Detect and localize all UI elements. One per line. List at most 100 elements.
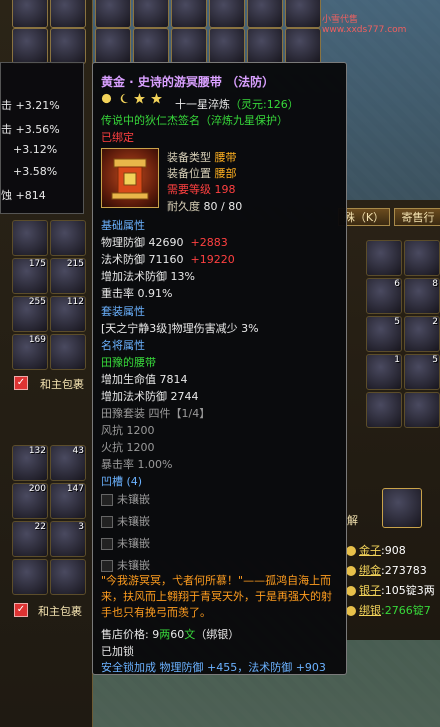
stat-line: +3.12% bbox=[13, 143, 58, 156]
watermark-text: 小雪代售www.xxds777.com bbox=[322, 15, 407, 35]
mag-def-row: 法术防御 71160 +19220 bbox=[101, 253, 235, 266]
equip-pos-row: 装备位置 腰部 bbox=[167, 167, 237, 180]
crit-dmg-row: 暴击率 1.00% bbox=[101, 458, 173, 471]
equip-slot[interactable] bbox=[171, 0, 207, 28]
socket-row: 未镶嵌 bbox=[101, 535, 150, 551]
quality-stars bbox=[101, 93, 164, 107]
wind-resist-row: 风抗 1200 bbox=[101, 424, 155, 437]
main-pack-checkbox[interactable]: ✓ bbox=[14, 376, 28, 390]
refine-level: 十一星淬炼（灵元:126） bbox=[175, 98, 299, 111]
disassemble-label[interactable]: 解 bbox=[347, 512, 358, 528]
equip-slot[interactable] bbox=[285, 28, 321, 64]
stat-line: +3.58% bbox=[13, 165, 58, 178]
engraving-text: 传说中的狄仁杰签名（淬炼九星保护） bbox=[101, 114, 288, 127]
inventory-slot[interactable]: 147 bbox=[50, 483, 86, 519]
socket-icon bbox=[101, 516, 113, 528]
inventory-slot[interactable]: 200 bbox=[12, 483, 48, 519]
coin-icon bbox=[346, 546, 356, 556]
durability-row: 耐久度 80 / 80 bbox=[167, 200, 243, 213]
base-attr-header: 基础属性 bbox=[101, 219, 145, 232]
equip-slot[interactable] bbox=[95, 28, 131, 64]
consignment-button[interactable]: 寄售行 bbox=[394, 208, 440, 226]
set-effect-row: [天之宁静3级]物理伤害减少 3% bbox=[101, 322, 259, 335]
inventory-slot[interactable] bbox=[50, 28, 86, 64]
mag-def-line-row: 增加法术防御 2744 bbox=[101, 390, 199, 403]
moon-icon bbox=[101, 93, 112, 104]
inventory-slot[interactable]: 3 bbox=[50, 521, 86, 557]
inventory-slot[interactable]: 132 bbox=[12, 445, 48, 481]
inventory-slot[interactable]: 175 bbox=[12, 258, 48, 294]
money-silver: 银子:105锭3两 bbox=[346, 582, 435, 598]
moon-icon bbox=[120, 93, 128, 104]
inventory-slot[interactable] bbox=[12, 28, 48, 64]
money-bound-gold: 绑金:273783 bbox=[346, 562, 427, 578]
belt-icon bbox=[111, 158, 149, 200]
inventory-slot[interactable] bbox=[50, 559, 86, 595]
equip-slot[interactable] bbox=[171, 28, 207, 64]
inventory-slot[interactable] bbox=[50, 0, 86, 28]
money-gold: 金子:908 bbox=[346, 542, 406, 558]
set-attr-header: 套装属性 bbox=[101, 305, 145, 318]
equip-slot[interactable] bbox=[247, 28, 283, 64]
inventory-slot[interactable]: 6 bbox=[366, 278, 402, 314]
attribute-stats-box: 击 +3.21% 击 +3.56% +3.12% +3.58% 蚀 +814 bbox=[0, 62, 84, 214]
inventory-slot[interactable]: 5 bbox=[404, 354, 440, 390]
star-icon bbox=[150, 93, 162, 104]
inventory-slot[interactable] bbox=[50, 334, 86, 370]
equip-slot[interactable] bbox=[209, 28, 245, 64]
with-main-pack-label: 和主包裹 bbox=[40, 378, 84, 391]
inventory-slot[interactable]: 112 bbox=[50, 296, 86, 332]
coin-icon bbox=[346, 606, 356, 616]
mag-def-pct-row: 增加法术防御 13% bbox=[101, 270, 195, 283]
hp-row: 增加生命值 7814 bbox=[101, 373, 188, 386]
inventory-slot[interactable]: 5 bbox=[366, 316, 402, 352]
equip-slot[interactable] bbox=[247, 0, 283, 28]
inventory-slot[interactable]: 255 bbox=[12, 296, 48, 332]
inventory-slot[interactable] bbox=[366, 240, 402, 276]
inventory-slot[interactable]: 169 bbox=[12, 334, 48, 370]
sell-price-row: 售店价格: 9两60文（绑银） bbox=[101, 628, 240, 641]
inventory-slot[interactable] bbox=[404, 392, 440, 428]
equip-slot[interactable] bbox=[209, 0, 245, 28]
socket-icon bbox=[101, 560, 113, 572]
socket-row: 未镶嵌 bbox=[101, 513, 150, 529]
inventory-slot[interactable] bbox=[366, 392, 402, 428]
inventory-slot[interactable] bbox=[404, 240, 440, 276]
main-pack-checkbox-2[interactable]: ✓ bbox=[14, 603, 28, 617]
inventory-slot[interactable] bbox=[50, 220, 86, 256]
crit-rate-row: 重击率 0.91% bbox=[101, 287, 173, 300]
inventory-slot[interactable]: 1 bbox=[366, 354, 402, 390]
inventory-slot[interactable] bbox=[12, 0, 48, 28]
with-main-pack-label-2: 和主包裹 bbox=[38, 605, 82, 618]
socket-icon bbox=[101, 538, 113, 550]
item-title: 黄金 · 史诗的游冥腰带 （法防） bbox=[101, 75, 275, 89]
inventory-slot[interactable]: 22 bbox=[12, 521, 48, 557]
equip-slot[interactable] bbox=[133, 28, 169, 64]
equip-slot[interactable] bbox=[95, 0, 131, 28]
item-tooltip: 黄金 · 史诗的游冥腰带 （法防） 十一星淬炼（灵元:126） 传说中的狄仁杰签… bbox=[92, 62, 347, 675]
inventory-slot[interactable]: 8 bbox=[404, 278, 440, 314]
famous-attr-header: 名将属性 bbox=[101, 339, 145, 352]
inventory-slot[interactable] bbox=[12, 220, 48, 256]
item-icon bbox=[101, 148, 159, 208]
inventory-slot[interactable]: 43 bbox=[50, 445, 86, 481]
stat-line: 击 +3.21% bbox=[1, 99, 60, 112]
coin-icon bbox=[346, 586, 356, 596]
inventory-slot[interactable]: 2 bbox=[404, 316, 440, 352]
stat-line: 击 +3.56% bbox=[1, 123, 60, 136]
req-level-row: 需要等级 198 bbox=[167, 183, 236, 196]
safe-lock-bonus: 安全锁加成 物理防御 +455，法术防御 +903 bbox=[101, 661, 326, 674]
equip-slot[interactable] bbox=[133, 0, 169, 28]
sockets-header: 凹槽 (4) bbox=[101, 475, 143, 488]
coin-icon bbox=[346, 566, 356, 576]
inventory-slot[interactable] bbox=[12, 559, 48, 595]
inventory-slot[interactable]: 215 bbox=[50, 258, 86, 294]
money-bound-silver: 绑银:2766锭7 bbox=[346, 602, 431, 618]
set-name-row: 田豫套装 四件【1/4】 bbox=[101, 407, 211, 420]
stat-line: 蚀 +814 bbox=[1, 189, 46, 202]
equip-slot[interactable] bbox=[285, 0, 321, 28]
locked-status: 已加锁 bbox=[101, 645, 134, 658]
decompose-slot[interactable] bbox=[382, 488, 422, 528]
socket-row: 未镶嵌 bbox=[101, 557, 150, 573]
item-description: "今我游冥冥，弋者何所慕！"——孤鸿自海上而来，扶风而上翱翔于青冥天外，于是再强… bbox=[101, 574, 332, 619]
